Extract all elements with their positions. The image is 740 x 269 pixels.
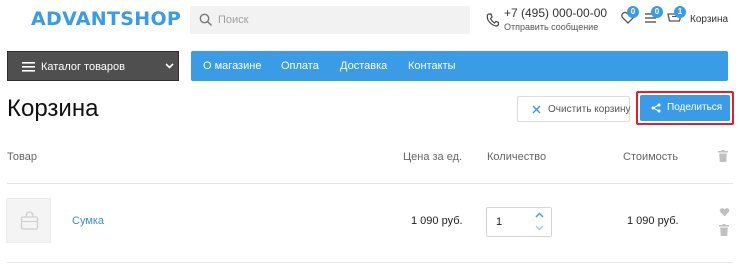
search-input[interactable] (218, 6, 463, 34)
quantity-input[interactable] (496, 214, 526, 230)
heart-icon[interactable] (719, 207, 730, 217)
trash-icon[interactable] (718, 150, 728, 162)
trash-icon[interactable] (719, 224, 729, 236)
catalog-label: Каталог товаров (41, 61, 125, 73)
chevron-down-icon (165, 63, 174, 69)
clear-cart-label: Очистить корзину (548, 104, 631, 115)
column-header-cost: Стоимость (623, 151, 679, 163)
menu-icon (22, 62, 35, 72)
product-unit-price: 1 090 руб. (411, 215, 463, 227)
product-image[interactable] (6, 198, 51, 243)
bag-icon (20, 211, 39, 230)
send-message-link[interactable]: Отправить сообщение (504, 22, 598, 32)
column-header-quantity: Количество (487, 151, 547, 163)
cart-link[interactable]: Корзина (690, 14, 728, 25)
cart-count-badge: 1 (674, 6, 686, 18)
chevron-down-icon[interactable] (535, 225, 544, 231)
compare-count-badge: 0 (651, 6, 663, 18)
share-label: Поделиться (667, 102, 723, 113)
page-title: Корзина (7, 95, 99, 122)
menu-item-delivery[interactable]: Доставка (340, 60, 387, 72)
wishlist-count-badge: 0 (627, 6, 639, 18)
quantity-stepper (486, 207, 552, 237)
phone-icon (486, 13, 499, 27)
catalog-button[interactable]: Каталог товаров (7, 51, 179, 81)
search-box[interactable] (190, 6, 470, 34)
main-menu: О магазине Оплата Доставка Контакты (191, 51, 728, 81)
share-button[interactable]: Поделиться (640, 95, 730, 121)
phone-number[interactable]: +7 (495) 000-00-00 (504, 6, 607, 20)
table-row-divider (7, 262, 733, 263)
menu-item-contacts[interactable]: Контакты (408, 60, 456, 72)
menu-item-payment[interactable]: Оплата (281, 60, 319, 72)
column-header-product: Товар (7, 151, 37, 163)
column-header-unit-price: Цена за ед. (403, 151, 463, 163)
clear-cart-button[interactable]: Очистить корзину (517, 96, 631, 122)
chevron-up-icon[interactable] (535, 212, 544, 218)
product-name-link[interactable]: Сумка (72, 215, 104, 227)
close-icon (532, 105, 541, 114)
share-icon (651, 103, 661, 113)
product-cost: 1 090 руб. (627, 215, 679, 227)
menu-item-about[interactable]: О магазине (203, 60, 261, 72)
table-header-divider (7, 183, 733, 184)
logo[interactable]: ADVANTSHOP (31, 8, 181, 30)
search-icon (199, 13, 212, 26)
